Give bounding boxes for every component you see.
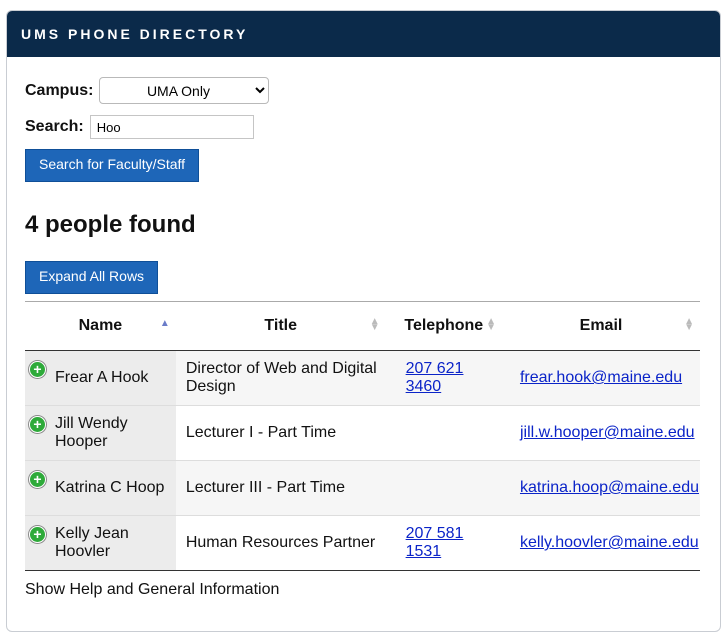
name-cell: + Frear A Hook	[25, 350, 176, 406]
telephone-cell: 207 621 3460	[385, 350, 502, 406]
table-header-row: Name ▲ Title ▲ ▼ Telephone ▲ ▼ Email ▲ ▼	[25, 301, 700, 351]
email-cell: kelly.hoovler@maine.edu	[501, 515, 700, 571]
table-row: + Jill Wendy Hooper Lecturer I - Part Ti…	[25, 405, 700, 461]
name-cell: + Jill Wendy Hooper	[25, 405, 176, 461]
table-row: + Kelly Jean Hoovler Human Resources Par…	[25, 515, 700, 571]
sort-neutral-icon: ▲ ▼	[369, 316, 380, 333]
email-cell: katrina.hoop@maine.edu	[501, 460, 700, 516]
telephone-cell	[385, 405, 502, 461]
help-link[interactable]: Show Help and General Information	[25, 581, 279, 599]
telephone-cell	[385, 460, 502, 516]
campus-label: Campus:	[25, 81, 94, 99]
search-label: Search:	[25, 118, 84, 135]
telephone-cell: 207 581 1531	[385, 515, 502, 571]
email-link[interactable]: frear.hook@maine.edu	[520, 369, 682, 386]
email-link[interactable]: kelly.hoovler@maine.edu	[520, 534, 699, 551]
table-row: + Katrina C Hoop Lecturer III - Part Tim…	[25, 460, 700, 516]
title-cell: Director of Web and Digital Design	[175, 350, 386, 406]
column-header-email[interactable]: Email ▲ ▼	[501, 301, 700, 351]
search-input[interactable]	[89, 115, 254, 139]
search-button[interactable]: Search for Faculty/Staff	[25, 149, 200, 182]
results-table-wrap: Name ▲ Title ▲▼ Telephone ▲▼ Email ▲▼	[25, 301, 700, 571]
results-table: Name ▲ Title ▲▼ Telephone ▲▼ Email ▲▼	[25, 301, 700, 571]
column-header-name[interactable]: Name ▲	[25, 301, 176, 351]
results-count: 4 people found	[25, 211, 196, 238]
title-cell: Lecturer I - Part Time	[175, 405, 386, 461]
telephone-link[interactable]: 207 581 1531	[406, 525, 464, 560]
sort-neutral-icon: ▲ ▼	[684, 316, 694, 333]
panel-title: UMS PHONE DIRECTORY	[21, 26, 249, 42]
title-cell: Lecturer III - Part Time	[175, 460, 386, 516]
sort-ascending-icon: ▲	[159, 318, 170, 329]
name-cell: + Kelly Jean Hoovler	[25, 515, 176, 571]
plus-circle-icon[interactable]: +	[29, 361, 46, 378]
email-cell: jill.w.hooper@maine.edu	[501, 405, 700, 461]
telephone-link[interactable]: 207 621 3460	[406, 360, 464, 395]
plus-circle-icon[interactable]: +	[29, 416, 46, 433]
email-cell: frear.hook@maine.edu	[501, 350, 700, 406]
expand-all-button[interactable]: Expand All Rows	[25, 261, 159, 294]
table-row: + Frear A Hook Director of Web and Digit…	[25, 350, 700, 406]
campus-row: Campus: UMA Only	[25, 77, 270, 104]
campus-select[interactable]: UMA Only	[99, 77, 270, 104]
column-header-telephone[interactable]: Telephone ▲ ▼	[385, 301, 502, 351]
plus-circle-icon[interactable]: +	[29, 526, 46, 543]
email-link[interactable]: katrina.hoop@maine.edu	[520, 479, 699, 496]
plus-circle-icon[interactable]: +	[29, 471, 46, 488]
panel-header: UMS PHONE DIRECTORY	[7, 11, 720, 57]
email-link[interactable]: jill.w.hooper@maine.edu	[520, 424, 695, 441]
column-header-title[interactable]: Title ▲ ▼	[175, 301, 386, 351]
sort-neutral-icon: ▲ ▼	[486, 316, 496, 333]
directory-panel: UMS PHONE DIRECTORY Campus: UMA Only Sea…	[6, 10, 721, 632]
title-cell: Human Resources Partner	[175, 515, 386, 571]
search-row: Search:	[25, 115, 254, 139]
name-cell: + Katrina C Hoop	[25, 460, 176, 516]
